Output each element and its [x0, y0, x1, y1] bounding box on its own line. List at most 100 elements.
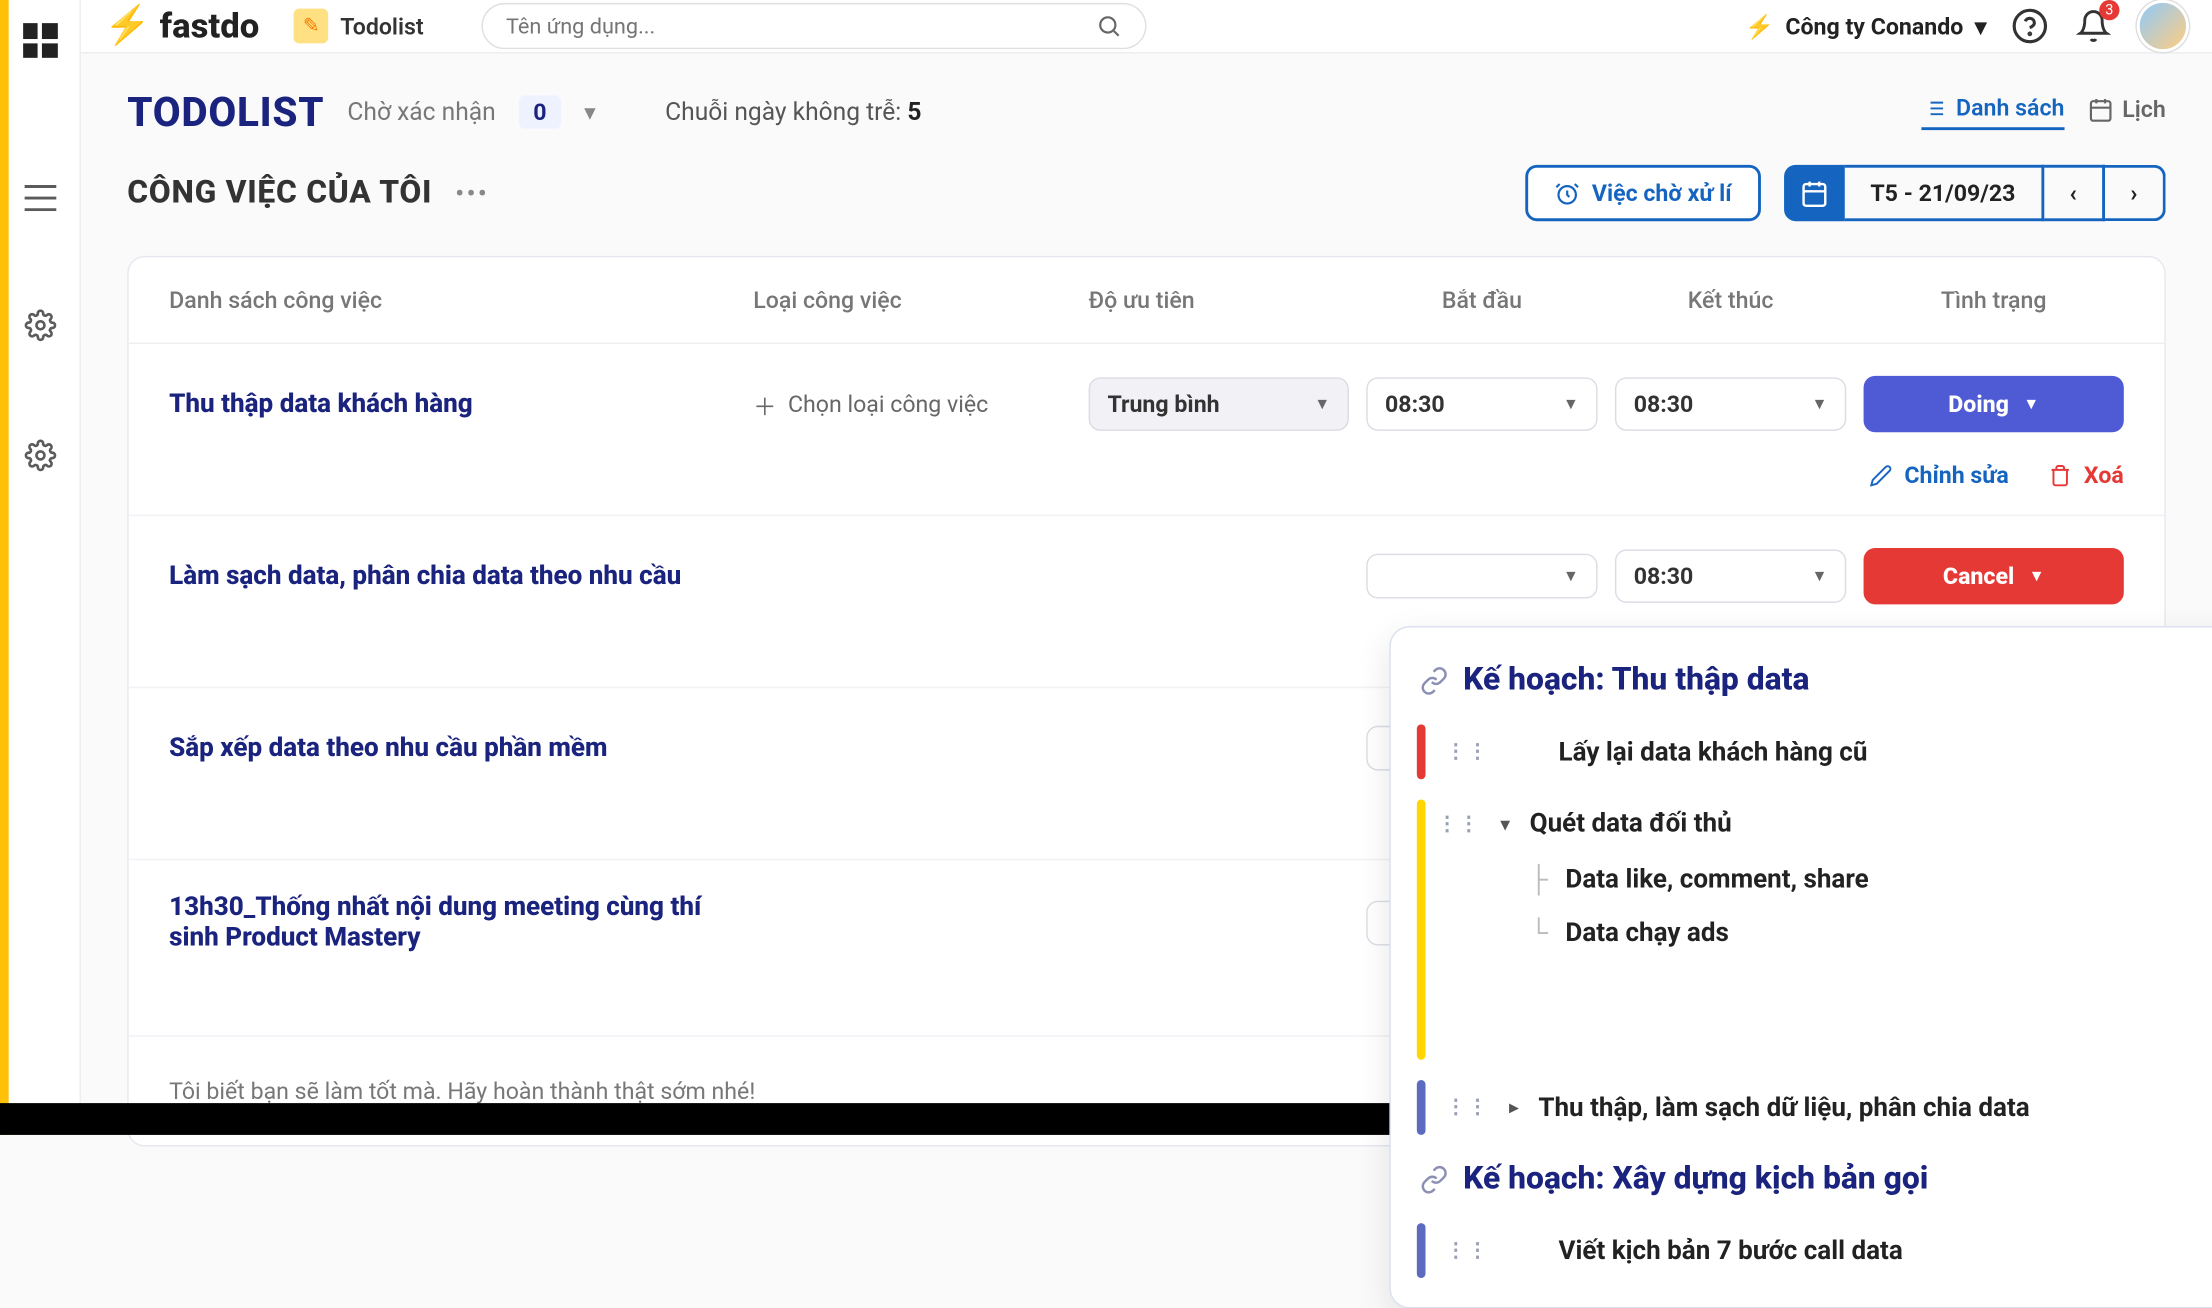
plan-header-2: Kế hoạch: Xây dựng kịch bản gọi: [1391, 1149, 2212, 1208]
help-icon[interactable]: [2010, 6, 2050, 46]
view-cal-label: Lịch: [2122, 95, 2165, 122]
task-name[interactable]: Làm sạch data, phân chia data theo nhu c…: [169, 561, 736, 591]
table-row: Thu thập data khách hàng ＋ Chọn loại công …: [129, 344, 2165, 447]
chevron-down-icon: ▼: [2023, 395, 2039, 414]
await-label: Chờ xác nhận: [347, 98, 495, 127]
plan-subitem[interactable]: └ Data chạy ads: [1426, 906, 2212, 959]
table-row: Làm sạch data, phân chia data theo nhu c…: [129, 515, 2165, 619]
plan-item[interactable]: ⋮⋮ Lấy lại data khách hàng cũ: [1391, 710, 2212, 794]
drag-handle-icon[interactable]: ⋮⋮: [1437, 812, 1480, 835]
start-time-select[interactable]: 08:30▼: [1366, 377, 1597, 430]
search-input[interactable]: [506, 13, 1096, 39]
expand-icon[interactable]: ▸: [1509, 1097, 1518, 1117]
plan-item-label: Viết kịch bản 7 bước call data: [1559, 1235, 1903, 1265]
plan-subitem-label: Data like, comment, share: [1565, 865, 1868, 895]
start-time-select[interactable]: ▼: [1366, 554, 1597, 599]
chevron-down-icon: ▾: [1975, 12, 1987, 39]
search-icon[interactable]: [1096, 13, 1122, 39]
accent-strip: [0, 0, 9, 1135]
drag-handle-icon[interactable]: ⋮⋮: [1446, 1239, 1489, 1262]
logo[interactable]: ⚡ fastdo: [104, 4, 259, 47]
view-calendar-tab[interactable]: Lịch: [2088, 95, 2166, 128]
time-value: 08:30: [1385, 390, 1445, 417]
chevron-down-icon: ▼: [1812, 567, 1828, 586]
pending-tasks-button[interactable]: Việc chờ xử lí: [1525, 165, 1760, 221]
end-time-select[interactable]: 08:30▼: [1615, 549, 1846, 602]
date-picker-group: T5 - 21/09/23 ‹ ›: [1784, 165, 2166, 221]
chevron-down-icon: ▼: [1314, 395, 1330, 414]
chevron-down-icon[interactable]: ▾: [584, 98, 596, 125]
plan-item-label: Lấy lại data khách hàng cũ: [1559, 737, 1868, 767]
org-name: Công ty Conando: [1785, 12, 1963, 39]
todolist-icon: ✎: [294, 9, 329, 44]
plan-item[interactable]: ⋮⋮ Viết kịch bản 7 bước call data: [1391, 1209, 2212, 1293]
task-name[interactable]: 13h30_Thống nhất nội dung meeting cùng t…: [169, 892, 736, 953]
org-switcher[interactable]: ⚡ Công ty Conando ▾: [1745, 12, 1986, 39]
gear-icon-2[interactable]: [24, 440, 56, 472]
footer-message: Tôi biết bạn sẽ làm tốt mà. Hãy hoàn thà…: [169, 1077, 755, 1104]
plan-popover: Kế hoạch: Thu thập data ⋮⋮ Lấy lại data …: [1389, 626, 2212, 1308]
collapse-icon[interactable]: ▾: [1501, 813, 1510, 833]
view-list-label: Danh sách: [1956, 94, 2064, 121]
status-button[interactable]: Doing▼: [1864, 376, 2124, 432]
plan-header-1: Kế hoạch: Thu thập data: [1391, 651, 2212, 710]
pending-btn-label: Việc chờ xử lí: [1592, 179, 1732, 206]
chevron-down-icon: ▼: [2029, 567, 2045, 586]
task-name[interactable]: Sắp xếp data theo nhu cầu phần mềm: [169, 733, 736, 763]
streak-label: Chuỗi ngày không trễ:: [665, 98, 901, 127]
section-title: CÔNG VIỆC CỦA TÔI: [127, 175, 432, 211]
priority-cell[interactable]: Trung bình▼: [1089, 377, 1349, 430]
end-time-select[interactable]: 08:30▼: [1615, 377, 1846, 430]
edit-label: Chỉnh sửa: [1904, 461, 2008, 488]
date-prev-button[interactable]: ‹: [2044, 165, 2105, 221]
priority-bar-yellow: [1417, 800, 1426, 1060]
apps-grid-icon[interactable]: [22, 23, 57, 58]
priority-bar-red: [1417, 724, 1426, 779]
chevron-down-icon: ▼: [1563, 567, 1579, 586]
calendar-icon[interactable]: [1784, 165, 1845, 221]
streak-count: 5: [907, 98, 921, 127]
gear-icon[interactable]: [24, 309, 56, 341]
page-title: TODOLIST: [127, 88, 324, 136]
notif-badge: 3: [2099, 0, 2119, 20]
left-rail: [0, 0, 81, 1135]
task-name[interactable]: Thu thập data khách hàng: [169, 389, 736, 419]
plan-item-label: Quét data đối thủ: [1530, 808, 1732, 838]
search-box[interactable]: [481, 3, 1146, 49]
plan-subitem-label: Data chạy ads: [1565, 918, 1728, 948]
col-task: Danh sách công việc: [169, 286, 736, 313]
date-next-button[interactable]: ›: [2105, 165, 2166, 221]
more-icon[interactable]: •••: [455, 179, 489, 206]
choose-type-label: Chọn loại công việc: [788, 390, 988, 417]
hamburger-icon[interactable]: [24, 185, 56, 211]
app-badge[interactable]: ✎ Todolist: [282, 3, 435, 49]
status-button[interactable]: Cancel ▼: [1864, 548, 2124, 604]
col-end: Kết thúc: [1615, 286, 1846, 313]
row-actions: Chỉnh sửa Xoá: [129, 447, 2165, 515]
time-value: 08:30: [1634, 390, 1694, 417]
logo-text: fastdo: [160, 6, 260, 46]
task-type-cell[interactable]: ＋ Chọn loại công việc: [753, 387, 1071, 422]
bolt-icon: ⚡: [104, 4, 151, 47]
bell-icon[interactable]: 3: [2073, 6, 2113, 46]
drag-handle-icon[interactable]: ⋮⋮: [1446, 1096, 1489, 1119]
edit-button[interactable]: Chỉnh sửa: [1870, 461, 2009, 488]
delete-button[interactable]: Xoá: [2049, 461, 2124, 488]
plus-icon: ＋: [753, 387, 776, 422]
plan2-title: Kế hoạch: Xây dựng kịch bản gọi: [1463, 1161, 1928, 1197]
delete-label: Xoá: [2084, 461, 2124, 488]
link-icon: [1420, 1165, 1449, 1194]
plan-subitem[interactable]: ├ Data like, comment, share: [1426, 853, 2212, 906]
avatar[interactable]: [2137, 0, 2189, 52]
date-display[interactable]: T5 - 21/09/23: [1844, 165, 2044, 221]
view-list-tab[interactable]: Danh sách: [1921, 94, 2064, 130]
streak-text: Chuỗi ngày không trễ: 5: [665, 98, 921, 127]
status-label: Cancel: [1943, 562, 2014, 589]
bolt-icon: ⚡: [1745, 12, 1774, 39]
plan-item[interactable]: ⋮⋮ ▸ Thu thập, làm sạch dữ liệu, phân ch…: [1391, 1066, 2212, 1150]
plan1-title: Kế hoạch: Thu thập data: [1463, 662, 1809, 698]
drag-handle-icon[interactable]: ⋮⋮: [1446, 740, 1489, 763]
tree-branch-icon: ├: [1530, 865, 1548, 895]
await-count[interactable]: 0: [519, 95, 561, 128]
plan-item[interactable]: ⋮⋮ ▾ Quét data đối thủ: [1426, 794, 2212, 853]
